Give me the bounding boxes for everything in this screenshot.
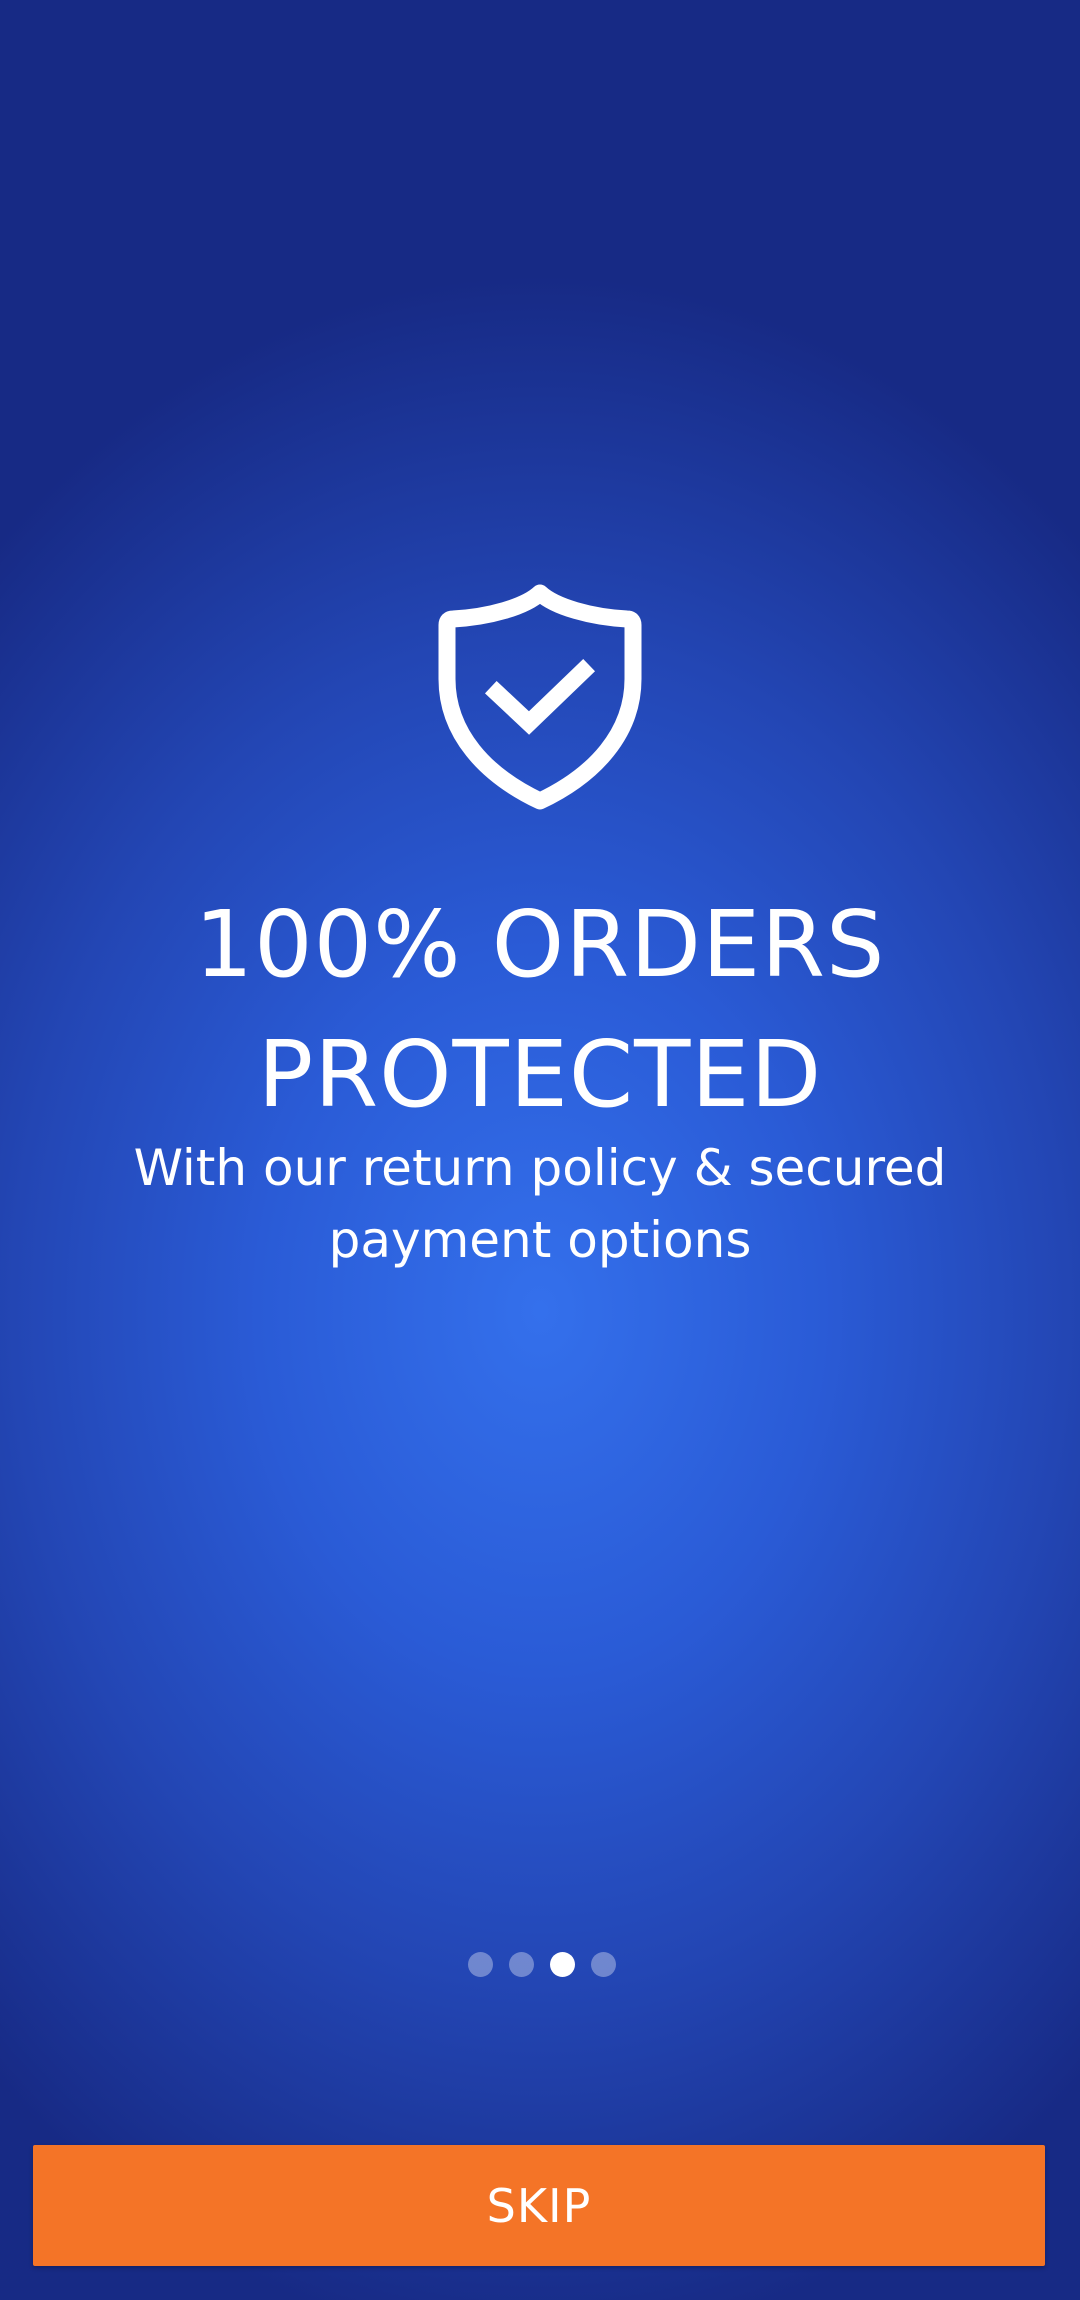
page-subtitle: With our return policy & secured payment… — [90, 1132, 990, 1276]
page-dot[interactable] — [467, 1952, 493, 1977]
title-line-1: 100% ORDERS — [194, 891, 886, 998]
subtitle-line-1: With our return policy & secured — [133, 1139, 947, 1197]
shield-check-icon — [437, 583, 643, 811]
page-dot-active[interactable] — [549, 1952, 575, 1977]
skip-button-label: SKIP — [486, 2178, 592, 2233]
onboarding-screen: 100% ORDERS PROTECTED With our return po… — [0, 0, 1080, 2300]
page-title: 100% ORDERS PROTECTED — [0, 880, 1080, 1140]
skip-button[interactable]: SKIP — [33, 2145, 1045, 2266]
title-line-2: PROTECTED — [257, 1021, 823, 1128]
page-dot[interactable] — [590, 1952, 616, 1977]
page-indicator — [0, 1952, 1080, 1982]
page-dot[interactable] — [508, 1952, 534, 1977]
subtitle-line-2: payment options — [328, 1211, 752, 1269]
